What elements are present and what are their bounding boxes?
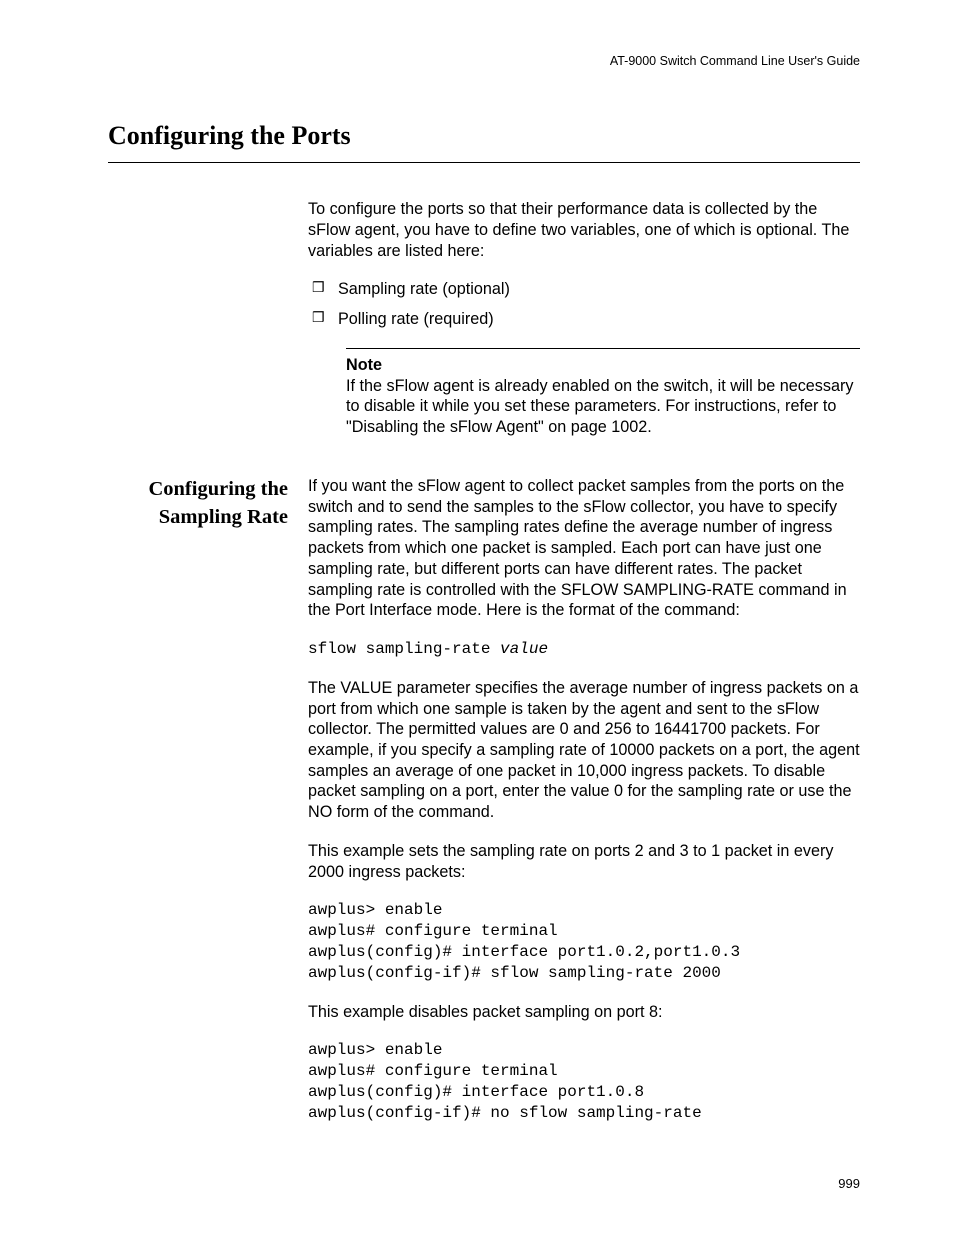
body-paragraph: This example sets the sampling rate on p… [308,841,860,882]
command-block: awplus> enable awplus# configure termina… [308,1040,860,1123]
note-label: Note [346,356,382,374]
list-item: Sampling rate (optional) [308,279,860,300]
body-paragraph: The VALUE parameter specifies the averag… [308,678,860,823]
command-block: awplus> enable awplus# configure termina… [308,900,860,983]
subsection: Configuring the Sampling Rate If you wan… [108,476,860,1142]
subsection-heading: Configuring the Sampling Rate [108,476,288,1142]
command-arg: value [500,640,548,658]
command-block: sflow sampling-rate value [308,639,860,660]
command-text: sflow sampling-rate [308,640,500,658]
section-title: Configuring the Ports [108,119,860,163]
intro-paragraph: To configure the ports so that their per… [308,199,860,261]
subsection-body: If you want the sFlow agent to collect p… [308,476,860,1142]
variable-list: Sampling rate (optional) Polling rate (r… [308,279,860,329]
intro-block: To configure the ports so that their per… [308,199,860,438]
body-paragraph: If you want the sFlow agent to collect p… [308,476,860,621]
note-body: If the sFlow agent is already enabled on… [346,377,853,436]
list-item: Polling rate (required) [308,309,860,330]
page-number: 999 [838,1176,860,1193]
body-paragraph: This example disables packet sampling on… [308,1002,860,1023]
note-box: Note If the sFlow agent is already enabl… [346,348,860,438]
doc-header: AT-9000 Switch Command Line User's Guide [108,53,860,69]
